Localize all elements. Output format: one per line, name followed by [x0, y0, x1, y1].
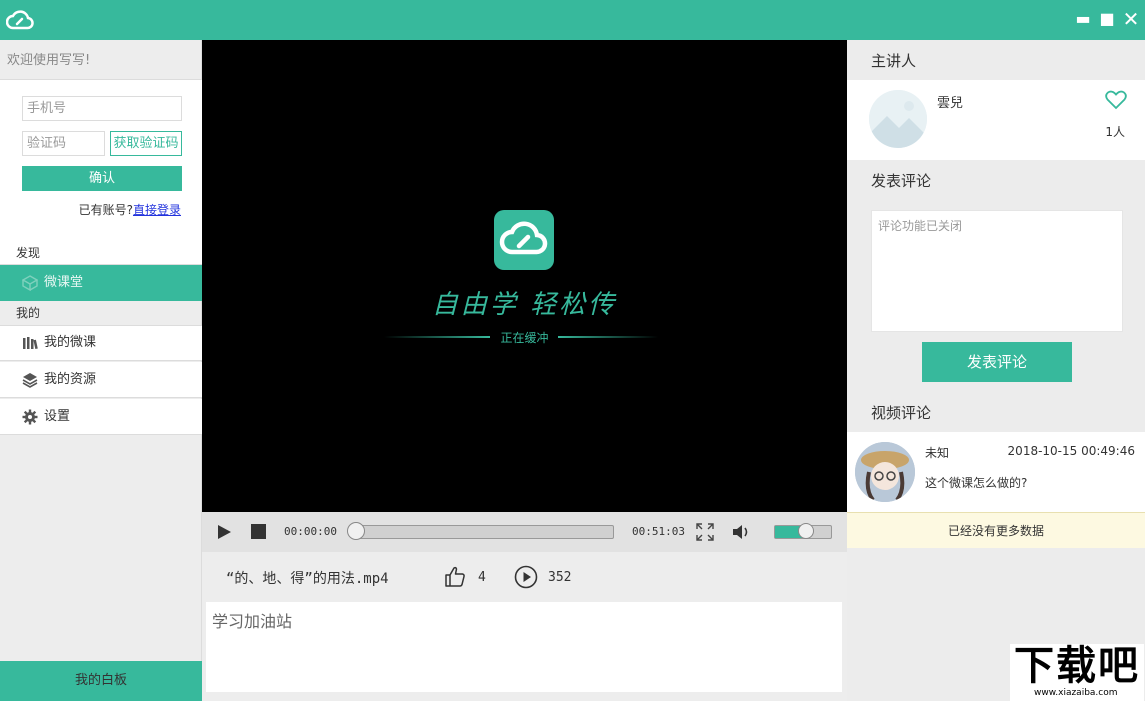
- whiteboard-button[interactable]: 我的白板: [0, 661, 202, 701]
- fullscreen-icon[interactable]: [696, 523, 714, 541]
- nav-item-label: 设置: [44, 399, 70, 435]
- post-comment-button[interactable]: 发表评论: [922, 342, 1072, 382]
- cloud-logo-icon: [494, 210, 554, 270]
- nav-item-my-courses[interactable]: 我的微课: [0, 325, 202, 361]
- speaker-heading: 主讲人: [847, 40, 1145, 80]
- video-comments-heading: 视频评论: [847, 392, 1145, 432]
- video-player[interactable]: 自由学 轻松传 正在缓冲: [202, 40, 847, 512]
- thumbs-up-icon[interactable]: [443, 565, 467, 589]
- nav-item-label: 我的资源: [44, 362, 96, 398]
- has-account-row: 已有账号?直接登录: [79, 201, 181, 218]
- avatar: [855, 442, 915, 502]
- no-more-data: 已经没有更多数据: [847, 512, 1145, 548]
- play-count: 352: [548, 570, 571, 585]
- volume-knob[interactable]: [798, 523, 814, 539]
- sidebar: 欢迎使用写写! 获取验证码 确认 已有账号?直接登录 发现 微课堂 我的 我的微…: [0, 40, 202, 701]
- comment-item: 未知 2018-10-15 00:49:46 这个微课怎么做的?: [847, 432, 1145, 512]
- watermark-logo: 下载吧 www.xiazaiba.com: [1010, 644, 1144, 701]
- title-bar: ▬ ■ ✕: [0, 0, 1145, 40]
- video-info: “的、地、得”的用法.mp4 4 352: [202, 552, 847, 602]
- speaker-avatar: [869, 90, 927, 148]
- volume-slider[interactable]: [774, 525, 832, 539]
- watermark-url: www.xiazaiba.com: [1034, 688, 1118, 698]
- nav-item-settings[interactable]: 设置: [0, 399, 202, 435]
- post-comment-heading: 发表评论: [847, 160, 1145, 200]
- watermark-text: 下载吧: [1014, 644, 1140, 688]
- follower-count: 1人: [1105, 123, 1125, 140]
- box-icon: [22, 275, 38, 291]
- comment-composer: 发表评论: [847, 200, 1145, 392]
- nav-item-my-resources[interactable]: 我的资源: [0, 362, 202, 398]
- phone-input[interactable]: [22, 96, 182, 121]
- video-slogan: 自由学 轻松传: [202, 284, 847, 321]
- section-mine: 我的: [0, 301, 202, 325]
- video-description: 学习加油站: [206, 602, 842, 692]
- progress-bar[interactable]: [352, 525, 614, 539]
- direct-login-link[interactable]: 直接登录: [133, 203, 181, 217]
- player-controls: 00:00:00 00:51:03: [202, 512, 847, 552]
- video-filename: “的、地、得”的用法.mp4: [226, 568, 389, 588]
- welcome-text: 欢迎使用写写!: [0, 40, 202, 80]
- like-count: 4: [478, 570, 486, 585]
- total-time: 00:51:03: [632, 525, 685, 538]
- layers-icon: [22, 372, 38, 388]
- has-account-text: 已有账号?: [79, 203, 133, 217]
- right-panel: 主讲人 雲兒 1人 发表评论 发表评论 视频评论: [847, 40, 1145, 701]
- books-icon: [22, 335, 38, 351]
- nav-item-label: 我的微课: [44, 325, 96, 361]
- heart-icon[interactable]: [1105, 90, 1127, 110]
- comment-time: 2018-10-15 00:49:46: [1008, 444, 1135, 458]
- cloud-logo-icon: [6, 7, 34, 33]
- buffering-status: 正在缓冲: [202, 329, 847, 346]
- get-code-button[interactable]: 获取验证码: [110, 131, 182, 156]
- nav-item-label: 微课堂: [44, 265, 83, 301]
- play-count-icon: [514, 565, 538, 589]
- comment-input[interactable]: [871, 210, 1123, 332]
- comment-author: 未知: [925, 444, 949, 461]
- verification-code-input[interactable]: [22, 131, 105, 156]
- maximize-button[interactable]: ■: [1098, 10, 1116, 28]
- minimize-button[interactable]: ▬: [1074, 10, 1092, 28]
- confirm-button[interactable]: 确认: [22, 166, 182, 191]
- comment-text: 这个微课怎么做的?: [925, 474, 1027, 491]
- volume-icon[interactable]: [732, 523, 752, 541]
- gear-icon: [22, 409, 38, 425]
- stop-button[interactable]: [251, 524, 266, 539]
- speaker-card: 雲兒 1人: [847, 80, 1145, 160]
- speaker-name: 雲兒: [937, 92, 963, 111]
- progress-knob[interactable]: [347, 522, 365, 540]
- play-icon[interactable]: [216, 524, 232, 540]
- section-discover: 发现: [0, 241, 202, 265]
- close-button[interactable]: ✕: [1122, 10, 1140, 28]
- nav-item-micro-class[interactable]: 微课堂: [0, 265, 202, 301]
- current-time: 00:00:00: [284, 525, 337, 538]
